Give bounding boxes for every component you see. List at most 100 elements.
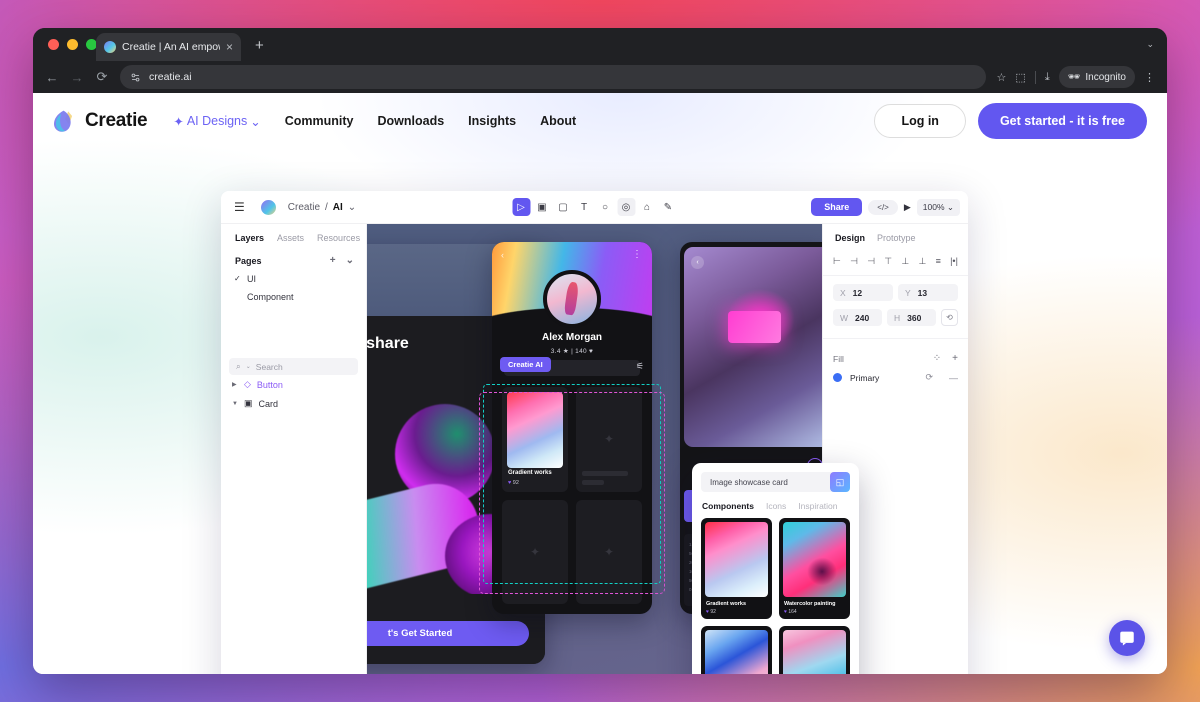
back-arrow-icon[interactable]: ‹ — [691, 256, 704, 269]
tab-assets[interactable]: Assets — [277, 233, 304, 243]
plus-icon[interactable]: + — [255, 38, 264, 53]
layers-search-input[interactable]: ⌕ ⌄ Search — [229, 358, 358, 375]
chevron-right-icon[interactable]: ▶ — [232, 381, 238, 388]
h-value: 360 — [907, 312, 922, 323]
site-settings-icon[interactable] — [130, 72, 141, 83]
nav-item-ai-designs[interactable]: ✦ AI Designs ⌄ — [173, 114, 260, 129]
tab-design[interactable]: Design — [835, 233, 865, 243]
window-traffic-lights[interactable] — [48, 39, 97, 50]
close-icon[interactable]: × — [226, 41, 233, 53]
incognito-indicator[interactable]: 🕶 Incognito — [1058, 66, 1135, 88]
fill-row[interactable]: Primary ⟳ — — [823, 370, 968, 385]
grid-card-filled[interactable]: Gradient works ♥ 92 — [502, 387, 568, 492]
align-bottom-icon[interactable]: ⊥ — [918, 256, 926, 267]
chevron-down-icon[interactable]: ⌄ — [1146, 39, 1154, 50]
height-field[interactable]: H 360 — [887, 309, 936, 326]
artboard-profile[interactable]: ‹ ⋮ Alex Morgan 3.4 ★ | 140 ♥ Creatie AI… — [492, 242, 652, 614]
layer-item-button[interactable]: ▶ ◇ Button — [221, 375, 366, 394]
align-left-icon[interactable]: ⊢ — [833, 256, 841, 267]
kebab-menu-icon[interactable]: ⋮ — [632, 249, 642, 260]
ellipse-tool[interactable]: ○ — [596, 198, 614, 216]
tab-inspiration[interactable]: Inspiration — [798, 501, 837, 511]
tab-prototype[interactable]: Prototype — [877, 233, 916, 243]
align-middle-v-icon[interactable]: ⊥ — [901, 256, 909, 267]
tidy-up-icon[interactable]: |•| — [950, 256, 958, 267]
minimize-window-button[interactable] — [67, 39, 78, 50]
close-window-button[interactable] — [48, 39, 59, 50]
comment-tool[interactable]: ◎ — [617, 198, 635, 216]
popup-card[interactable] — [779, 626, 850, 674]
tab-resources[interactable]: Resources — [317, 233, 360, 243]
brand-logo[interactable]: Creatie — [51, 109, 148, 134]
tab-components[interactable]: Components — [702, 501, 754, 511]
width-field[interactable]: W 240 — [833, 309, 882, 326]
alignment-toolbar: ⊢ ⊣ ⊣ ⊤ ⊥ ⊥ ≡ |•| — [823, 250, 968, 276]
login-button[interactable]: Log in — [874, 104, 966, 138]
nav-item-insights[interactable]: Insights — [468, 114, 516, 128]
distribute-icon[interactable]: ≡ — [936, 256, 941, 267]
forward-arrow-icon[interactable]: → — [70, 70, 84, 85]
align-right-icon[interactable]: ⊣ — [867, 256, 875, 267]
align-top-icon[interactable]: ⊤ — [884, 256, 892, 267]
rectangle-tool[interactable]: ▢ — [554, 198, 572, 216]
page-item-ui[interactable]: UI — [221, 270, 366, 288]
code-view-button[interactable]: </> — [868, 199, 898, 215]
nav-item-community[interactable]: Community — [285, 114, 354, 128]
address-bar[interactable]: creatie.ai — [120, 65, 986, 89]
back-arrow-icon[interactable]: ‹ — [501, 250, 504, 260]
zoom-level-selector[interactable]: 100% ⌄ — [916, 198, 960, 216]
popup-tabs: Components Icons Inspiration — [692, 492, 859, 518]
pen-tool[interactable]: ✎ — [659, 198, 677, 216]
grid-card-placeholder[interactable]: ✦ — [502, 499, 568, 604]
share-button[interactable]: Share — [811, 198, 863, 216]
y-field[interactable]: Y 13 — [898, 284, 958, 301]
layer-item-card[interactable]: ▼ ▣ Card — [221, 394, 366, 413]
get-started-button[interactable]: Get started - it is free — [977, 103, 1147, 139]
component-tool[interactable]: ⌂ — [638, 198, 656, 216]
play-button[interactable]: ▶ — [904, 202, 911, 213]
nav-item-about[interactable]: About — [540, 114, 576, 128]
nav-item-downloads[interactable]: Downloads — [378, 114, 445, 128]
color-swatch[interactable] — [833, 373, 842, 382]
cursor-tool[interactable]: ▷ — [512, 198, 530, 216]
popup-card[interactable]: Gradient works ♥ 92 — [701, 518, 772, 619]
ai-generate-icon[interactable]: ◱ — [830, 472, 850, 492]
reload-icon[interactable]: ⟳ — [95, 69, 109, 85]
detach-style-icon[interactable]: ⟳ — [925, 372, 933, 383]
kebab-menu-icon[interactable]: ⋮ — [1144, 71, 1155, 84]
get-started-cta[interactable]: t's Get Started — [367, 621, 529, 646]
creatie-ai-chip[interactable]: Creatie AI — [500, 357, 551, 372]
chat-widget-button[interactable] — [1109, 620, 1145, 656]
hamburger-menu-icon[interactable]: ☰ — [234, 200, 245, 214]
tab-layers[interactable]: Layers — [235, 233, 264, 243]
x-field[interactable]: X 12 — [833, 284, 893, 301]
browser-tab[interactable]: Creatie | An AI empowered de × — [96, 33, 241, 61]
tab-icons[interactable]: Icons — [766, 501, 786, 511]
frame-tool[interactable]: ▣ — [533, 198, 551, 216]
popup-card[interactable] — [701, 626, 772, 674]
chevron-down-icon[interactable]: ⌄ — [246, 363, 251, 370]
add-fill-icon[interactable]: + — [952, 353, 958, 364]
download-icon[interactable]: ⤓ — [1045, 71, 1050, 84]
image-showcase-popup[interactable]: Image showcase card ◱ Components Icons I… — [692, 463, 859, 674]
url-text: creatie.ai — [149, 71, 192, 83]
fill-style-icon[interactable]: ⁘ — [933, 353, 941, 364]
chevron-down-icon[interactable]: ▼ — [232, 401, 238, 407]
extensions-icon[interactable]: ⬚ — [1015, 71, 1025, 84]
aspect-ratio-lock-icon[interactable]: ⟲ — [941, 309, 958, 326]
add-page-icon[interactable]: + — [330, 255, 336, 266]
align-center-h-icon[interactable]: ⊣ — [850, 256, 858, 267]
text-tool[interactable]: T — [575, 198, 593, 216]
filter-icon[interactable]: ⚟ — [636, 361, 644, 372]
popup-card[interactable]: Watercolor painting ♥ 164 — [779, 518, 850, 619]
page-item-component[interactable]: Component — [221, 288, 366, 306]
breadcrumb[interactable]: Creatie / AI ⌄ — [288, 202, 356, 213]
popup-search-input[interactable]: Image showcase card — [701, 472, 850, 492]
chevron-down-icon[interactable]: ⌄ — [346, 255, 354, 266]
grid-card-placeholder[interactable]: ✦ — [576, 387, 642, 492]
grid-card-placeholder[interactable]: ✦ — [576, 499, 642, 604]
back-arrow-icon[interactable]: ← — [45, 70, 59, 85]
star-icon[interactable]: ☆ — [997, 71, 1007, 84]
remove-fill-icon[interactable]: — — [949, 373, 958, 383]
chevron-down-icon[interactable]: ⌄ — [348, 202, 356, 213]
